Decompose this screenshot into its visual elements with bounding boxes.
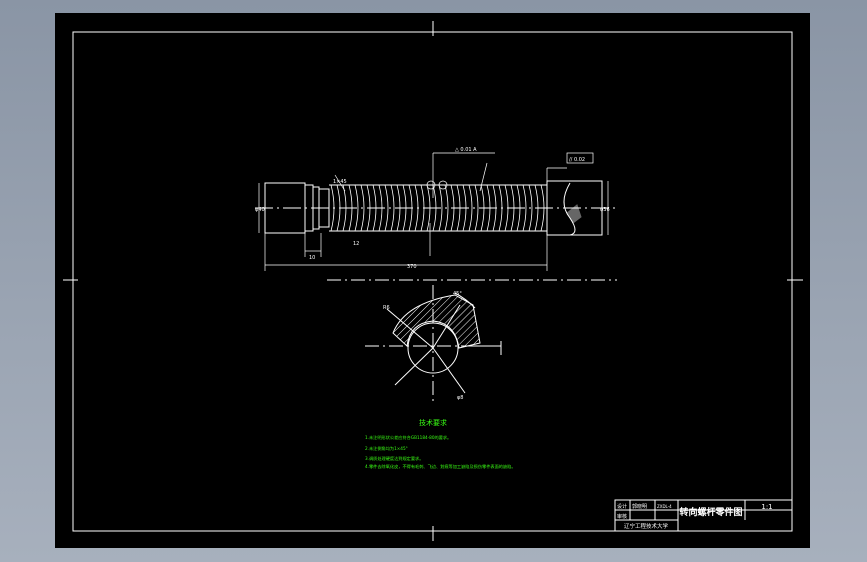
- thread-turn: [414, 184, 425, 232]
- tech-requirement-3: 3.调质处理硬度达到规定要求。: [365, 455, 423, 462]
- section-dim-label: R6: [383, 305, 390, 311]
- checker-label: 审核: [617, 513, 627, 520]
- part-name: 转向螺杆零件图: [679, 506, 742, 518]
- tech-requirements-heading: 技术要求: [419, 418, 447, 427]
- drawing-svg: 370 φ40 φ36 10 1×45 12 △ 0.01 A // 0.02 …: [63, 21, 803, 541]
- screw-section-view: [327, 279, 617, 403]
- chamfer-label: 1×45: [333, 179, 347, 185]
- centering-marks: [63, 21, 803, 541]
- total-length-label: 370: [407, 264, 417, 270]
- drawing-border: [72, 31, 793, 532]
- left-diameter-label: φ40: [255, 207, 265, 213]
- datum-frame: // 0.02: [569, 157, 585, 163]
- tech-requirement-4: 4.零件去除氧化皮，不得有毛刺、飞边、划痕等加工缺陷及损伤零件表面的缺陷。: [365, 463, 516, 470]
- screw-main-view: [255, 180, 615, 236]
- main-dimension-lines: [258, 152, 609, 271]
- thread-turn: [330, 184, 341, 232]
- left-offset-label: 10: [309, 255, 315, 261]
- thread-pitch-label: 12: [353, 241, 359, 247]
- right-diameter-label: φ36: [600, 207, 610, 213]
- designer-name: 郭晓明: [632, 503, 647, 510]
- tech-requirement-1: 1.未注明形状公差应符合GB1184-80的要求。: [365, 434, 451, 441]
- section-radius-label: φ8: [457, 395, 463, 401]
- section-angle-label: 45°: [453, 291, 462, 297]
- drawing-scale: 1:1: [761, 503, 772, 511]
- cad-drawing-canvas: 370 φ40 φ36 10 1×45 12 △ 0.01 A // 0.02 …: [55, 13, 810, 548]
- tech-requirement-2: 2.未注倒角均为1×45°: [365, 445, 408, 452]
- designer-label: 设计: [617, 503, 627, 510]
- tolerance-note: △ 0.01 A: [455, 147, 477, 153]
- drawing-code: ZXDL-4: [657, 504, 672, 509]
- school-name: 辽宁工程技术大学: [624, 522, 669, 530]
- thread-turn: [498, 184, 509, 232]
